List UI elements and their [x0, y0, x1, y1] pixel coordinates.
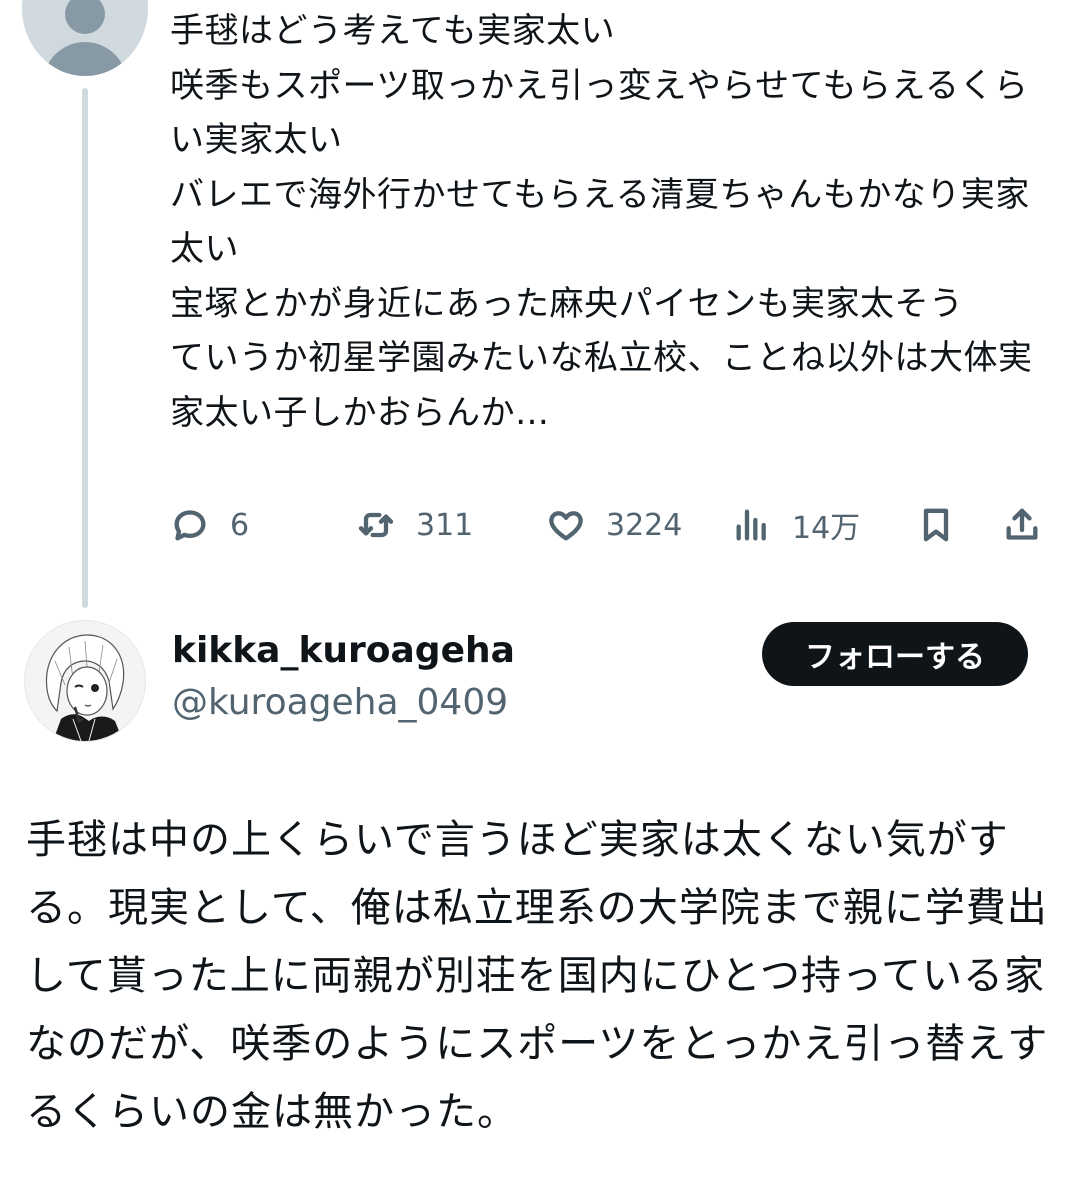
avatar-head-icon	[65, 0, 105, 34]
retweet-icon	[358, 512, 394, 538]
user-avatar[interactable]	[24, 620, 146, 742]
reply-count: 6	[230, 507, 250, 543]
avatar-body-icon	[43, 42, 127, 76]
like-count: 3224	[606, 507, 683, 543]
parent-post-text: 手毬はどう考えても実家太い 咲季もスポーツ取っかえ引っ変えやらせてもらえるくらい…	[170, 11, 1033, 433]
bookmark-icon	[923, 508, 949, 542]
share-icon	[1006, 508, 1038, 540]
like-button[interactable]: 3224	[546, 500, 682, 550]
views-icon	[736, 509, 766, 541]
avatar-illustration	[25, 621, 145, 741]
bookmark-button[interactable]	[916, 500, 956, 550]
follow-button[interactable]: フォローする	[762, 622, 1028, 686]
user-handle[interactable]: @kuroageha_0409	[172, 682, 508, 723]
share-button[interactable]	[1002, 500, 1042, 550]
retweet-count: 311	[416, 507, 474, 543]
reply-post-text: 手毬は中の上くらいで言うほど実家は太くない気がする。現実として、俺は私立理系の大…	[26, 817, 1049, 1135]
reply-button[interactable]: 6	[170, 500, 249, 550]
like-icon	[549, 511, 583, 541]
retweet-button[interactable]: 311	[356, 500, 473, 550]
display-name[interactable]: kikka_kuroageha	[172, 630, 515, 671]
reply-icon	[174, 510, 206, 541]
default-avatar[interactable]	[22, 0, 148, 76]
post-action-bar: 6 311 3224 14万	[170, 500, 1050, 550]
views-button[interactable]: 14万	[732, 500, 860, 550]
thread-connector-line	[82, 88, 88, 608]
views-count: 14万	[792, 511, 861, 546]
